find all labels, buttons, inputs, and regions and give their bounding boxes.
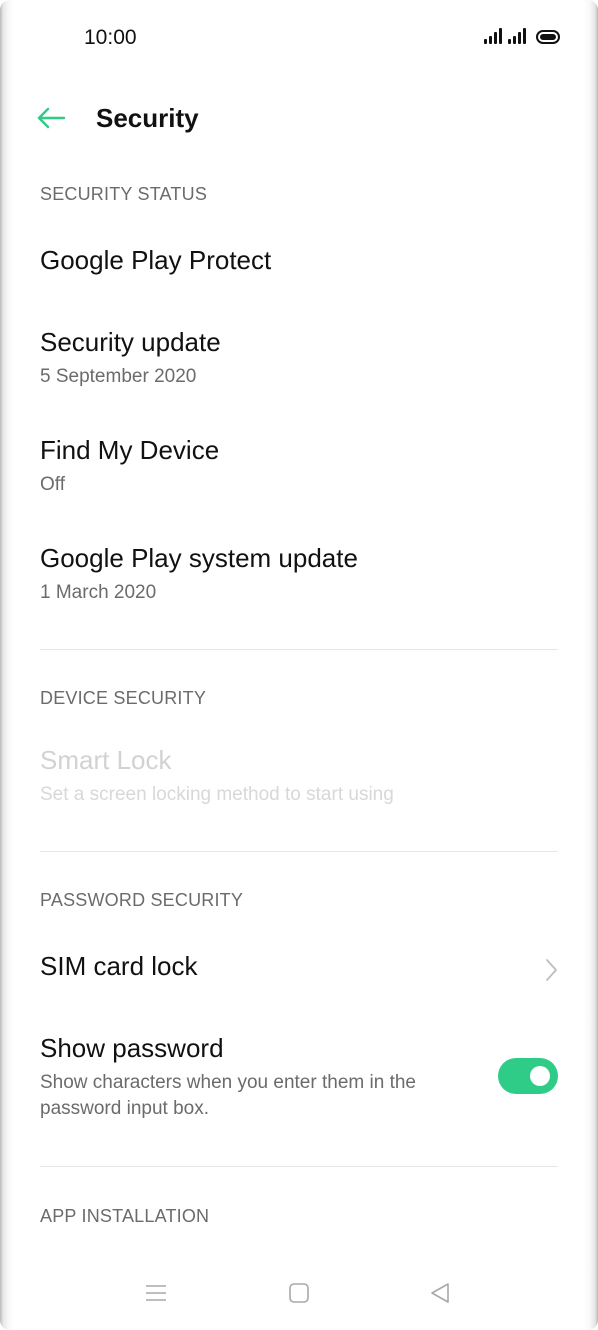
smart-lock-item: Smart Lock Set a screen locking method t… — [40, 744, 558, 808]
item-title: Google Play system update — [40, 543, 358, 573]
home-button[interactable] — [275, 1270, 323, 1316]
signal-1-icon — [484, 28, 502, 44]
home-icon — [289, 1283, 309, 1303]
item-title: Google Play Protect — [40, 245, 272, 275]
item-subtitle: 5 September 2020 — [40, 366, 197, 387]
item-title: Security update — [40, 327, 221, 357]
menu-icon — [146, 1285, 166, 1301]
item-subtitle: Off — [40, 474, 65, 495]
phone-screen: 10:00 Security SECURITY STATUS Google Pl… — [0, 0, 598, 1330]
battery-icon — [536, 30, 560, 44]
status-bar: 10:00 — [0, 0, 598, 78]
security-update-item[interactable]: Security update 5 September 2020 — [40, 326, 558, 390]
status-time: 10:00 — [84, 26, 137, 49]
item-title: SIM card lock — [40, 951, 198, 981]
google-play-protect-item[interactable]: Google Play Protect — [40, 244, 558, 276]
item-title: Smart Lock — [40, 745, 172, 775]
show-password-item[interactable]: Show password Show characters when you e… — [40, 1032, 558, 1122]
item-subtitle: Show characters when you enter them in t… — [40, 1070, 460, 1122]
status-icons — [484, 28, 560, 44]
app-header: Security — [0, 90, 598, 146]
find-my-device-item[interactable]: Find My Device Off — [40, 434, 558, 498]
divider — [40, 851, 558, 852]
section-header-app-installation: APP INSTALLATION — [40, 1206, 210, 1226]
item-subtitle: 1 March 2020 — [40, 582, 157, 603]
item-subtitle-line-2: password input box. — [40, 1098, 209, 1119]
item-subtitle-line-1: Show characters when you enter them in t… — [40, 1072, 416, 1093]
section-header-device-security: DEVICE SECURITY — [40, 688, 207, 708]
arrow-left-icon — [37, 107, 66, 129]
back-triangle-icon — [431, 1283, 449, 1303]
item-title: Show password — [40, 1033, 224, 1063]
divider — [40, 1166, 558, 1167]
item-subtitle: Set a screen locking method to start usi… — [40, 784, 394, 805]
toggle-knob — [530, 1066, 550, 1086]
system-nav-bar — [0, 1270, 598, 1316]
chevron-right-icon — [546, 959, 557, 981]
page-title: Security — [96, 103, 199, 133]
sim-card-lock-item[interactable]: SIM card lock — [40, 950, 558, 982]
back-button[interactable] — [30, 98, 74, 138]
show-password-toggle[interactable] — [498, 1058, 558, 1094]
device-edge-right — [584, 0, 598, 1330]
google-play-system-update-item[interactable]: Google Play system update 1 March 2020 — [40, 542, 558, 606]
signal-2-icon — [508, 28, 526, 44]
section-header-security-status: SECURITY STATUS — [40, 184, 208, 204]
divider — [40, 649, 558, 650]
menu-button[interactable] — [132, 1270, 180, 1316]
device-edge-left — [0, 0, 14, 1330]
section-header-password-security: PASSWORD SECURITY — [40, 890, 244, 910]
back-nav-button[interactable] — [416, 1270, 464, 1316]
item-title: Find My Device — [40, 435, 220, 465]
